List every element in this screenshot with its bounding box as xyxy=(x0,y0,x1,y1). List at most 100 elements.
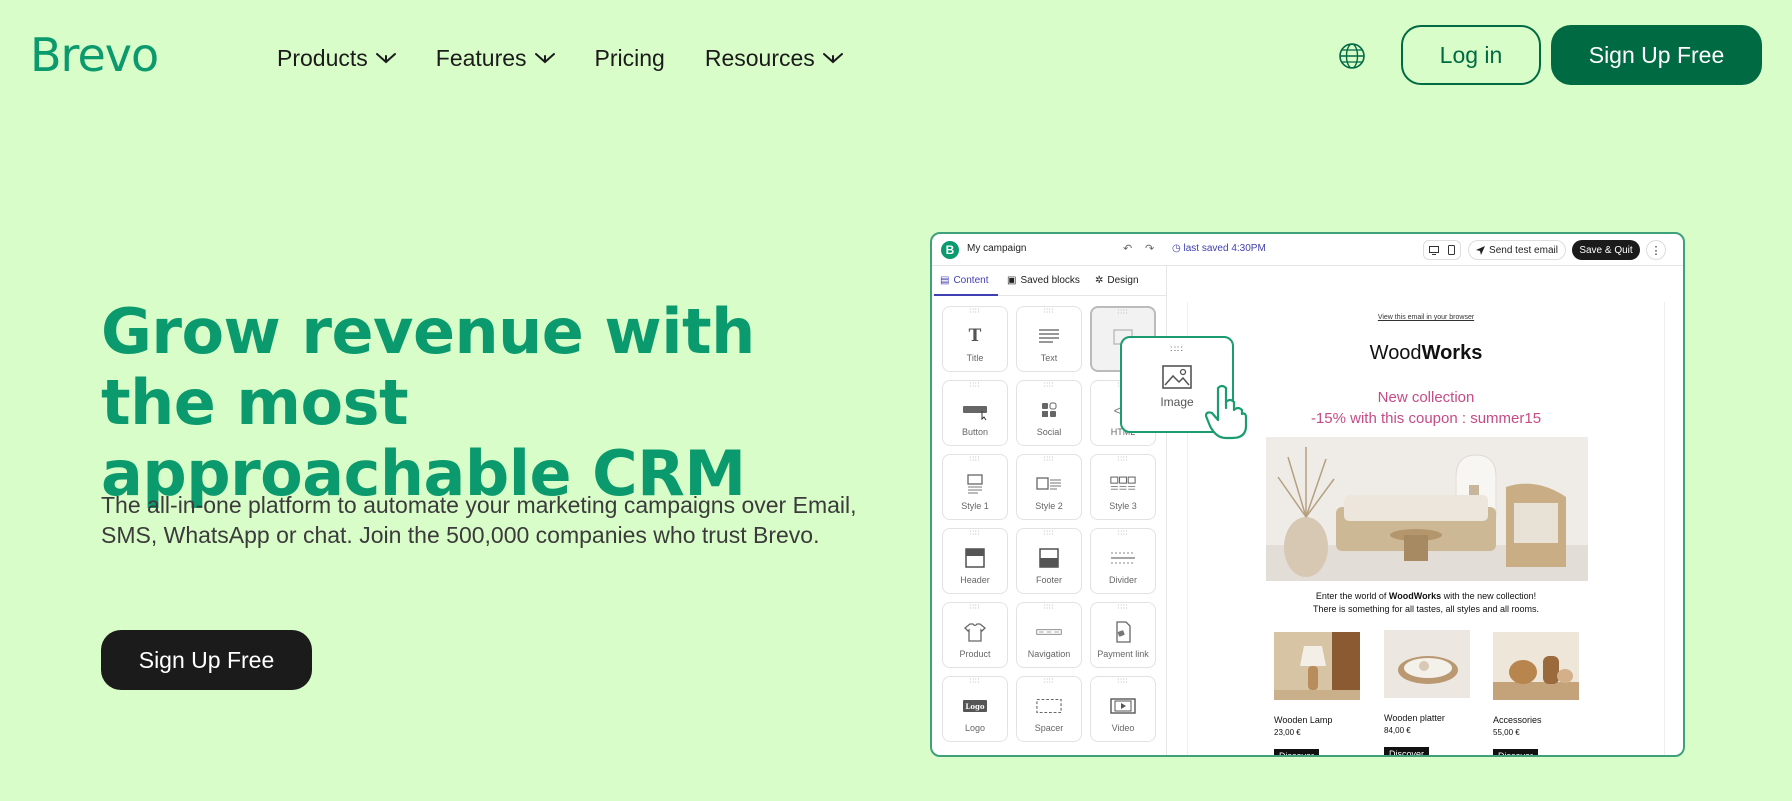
nav-item-features[interactable]: Features xyxy=(436,44,555,72)
drag-handle-icon: ∷∷ xyxy=(969,678,981,685)
product-card-accessories: Accessories 55,00 € Discover xyxy=(1493,632,1579,755)
hero-signup-button[interactable]: Sign Up Free xyxy=(101,630,312,690)
drag-handle-icon: ∷∷ xyxy=(1043,382,1055,389)
title-icon: T xyxy=(968,326,982,346)
chevron-down-icon xyxy=(375,53,396,64)
block-label: Navigation xyxy=(1027,649,1071,659)
style3-icon xyxy=(1110,476,1136,490)
block-label: Payment link xyxy=(1097,649,1149,659)
nav-item-resources[interactable]: Resources xyxy=(705,44,843,72)
drag-card-label: Image xyxy=(1160,395,1194,409)
more-options-icon[interactable]: ⋮ xyxy=(1646,240,1666,260)
block-payment-link[interactable]: ∷∷ Payment link xyxy=(1090,602,1156,668)
tab-design[interactable]: ✲ Design xyxy=(1095,275,1139,286)
footer-icon xyxy=(1039,548,1059,568)
block-product[interactable]: ∷∷ Product xyxy=(942,602,1008,668)
style1-icon xyxy=(967,474,983,494)
email-canvas: View this email in your browser WoodWork… xyxy=(1187,302,1665,755)
block-label: Spacer xyxy=(1034,723,1064,733)
nav-item-pricing[interactable]: Pricing xyxy=(595,44,665,72)
product-name: Wooden platter xyxy=(1384,713,1445,723)
nav-item-label: Products xyxy=(277,45,368,71)
button-icon xyxy=(963,406,987,421)
send-test-email-button[interactable]: Send test email xyxy=(1468,240,1566,260)
tab-label: Design xyxy=(1107,275,1139,286)
nav-item-label: Features xyxy=(435,45,527,71)
body-line-1-pre: Enter the world of xyxy=(1315,591,1389,601)
header-icon xyxy=(965,548,985,568)
block-header[interactable]: ∷∷ Header xyxy=(942,528,1008,594)
block-footer[interactable]: ∷∷ Footer xyxy=(1016,528,1082,594)
divider-icon xyxy=(1111,552,1135,564)
product-price: 55,00 € xyxy=(1493,728,1520,737)
block-style-1[interactable]: ∷∷ Style 1 xyxy=(942,454,1008,520)
tab-content[interactable]: ▤ Content xyxy=(940,275,988,286)
discover-button[interactable]: Discover xyxy=(1274,749,1320,755)
globe-icon[interactable] xyxy=(1338,42,1366,70)
discover-button[interactable]: Discover xyxy=(1384,747,1430,755)
style2-icon xyxy=(1036,477,1061,490)
hand-cursor-icon xyxy=(1204,384,1248,440)
body-line-2: There is something for all tastes, all s… xyxy=(1312,604,1540,614)
block-navigation[interactable]: ∷∷ Navigation xyxy=(1016,602,1082,668)
product-price: 84,00 € xyxy=(1384,726,1411,735)
product-card-wooden-platter: Wooden platter 84,00 € Discover xyxy=(1384,630,1470,755)
block-label: Product xyxy=(959,649,991,659)
chevron-down-icon xyxy=(822,53,843,64)
image-icon xyxy=(1162,365,1192,389)
save-icon: ▣ xyxy=(1007,275,1017,286)
email-brand: WoodWorks xyxy=(1188,342,1664,365)
text-icon xyxy=(1039,329,1059,343)
view-in-browser-link[interactable]: View this email in your browser xyxy=(1188,314,1664,321)
nav-item-products[interactable]: Products xyxy=(277,44,396,72)
headline-2: -15% with this coupon : summer15 xyxy=(1310,410,1542,427)
block-label: Style 3 xyxy=(1109,501,1137,511)
block-spacer[interactable]: ∷∷ Spacer xyxy=(1016,676,1082,742)
email-headline: New collection -15% with this coupon : s… xyxy=(1188,387,1664,429)
block-button[interactable]: ∷∷ Button xyxy=(942,380,1008,446)
signup-button[interactable]: Sign Up Free xyxy=(1551,25,1762,85)
tab-saved-blocks[interactable]: ▣ Saved blocks xyxy=(1007,275,1080,286)
block-label: Style 2 xyxy=(1035,501,1063,511)
accessories-image xyxy=(1493,632,1579,700)
content-icon: ▤ xyxy=(940,275,950,286)
drag-handle-icon: ∷∷ xyxy=(1117,530,1129,537)
editor-logo: B xyxy=(941,241,959,259)
brevo-logo[interactable]: Brevo xyxy=(30,30,159,80)
block-label: Style 1 xyxy=(961,501,989,511)
body-line-1-bold: WoodWorks xyxy=(1388,591,1442,601)
block-style-3[interactable]: ∷∷ Style 3 xyxy=(1090,454,1156,520)
desktop-icon[interactable] xyxy=(1428,245,1439,255)
block-text[interactable]: ∷∷ Text xyxy=(1016,306,1082,372)
wooden-platter-image xyxy=(1384,630,1470,698)
campaign-name[interactable]: My campaign xyxy=(967,243,1026,254)
spacer-icon xyxy=(1036,698,1062,714)
drag-handle-icon: ∷∷ xyxy=(969,308,981,315)
drag-handle-icon: ∷∷ xyxy=(969,456,981,463)
nav-item-label: Pricing xyxy=(594,45,665,71)
headline-1: New collection xyxy=(1377,389,1475,406)
main-nav: Products Features Pricing Resources xyxy=(277,44,883,72)
drag-handle-icon: ∷∷ xyxy=(1043,678,1055,685)
device-toggle[interactable] xyxy=(1423,240,1461,260)
drag-handle-icon: ∷∷ xyxy=(1117,456,1129,463)
block-title[interactable]: ∷∷ T Title xyxy=(942,306,1008,372)
block-social[interactable]: ∷∷ Social xyxy=(1016,380,1082,446)
block-divider[interactable]: ∷∷ Divider xyxy=(1090,528,1156,594)
login-button[interactable]: Log in xyxy=(1401,25,1541,85)
wooden-lamp-image xyxy=(1274,632,1360,700)
redo-icon[interactable]: ↷ xyxy=(1145,242,1154,255)
block-style-2[interactable]: ∷∷ Style 2 xyxy=(1016,454,1082,520)
living-room-image xyxy=(1266,437,1588,581)
active-tab-indicator xyxy=(934,294,998,296)
block-video[interactable]: ∷∷ Video xyxy=(1090,676,1156,742)
drag-handle-icon: ∷∷ xyxy=(1043,456,1055,463)
block-logo[interactable]: ∷∷ Logo Logo xyxy=(942,676,1008,742)
block-label: Footer xyxy=(1035,575,1062,585)
save-quit-button[interactable]: Save & Quit xyxy=(1572,240,1640,260)
mobile-icon[interactable] xyxy=(1448,245,1456,255)
product-price: 23,00 € xyxy=(1274,728,1301,737)
discover-button[interactable]: Discover xyxy=(1493,749,1539,755)
product-name: Wooden Lamp xyxy=(1274,715,1333,725)
undo-icon[interactable]: ↶ xyxy=(1123,242,1132,255)
